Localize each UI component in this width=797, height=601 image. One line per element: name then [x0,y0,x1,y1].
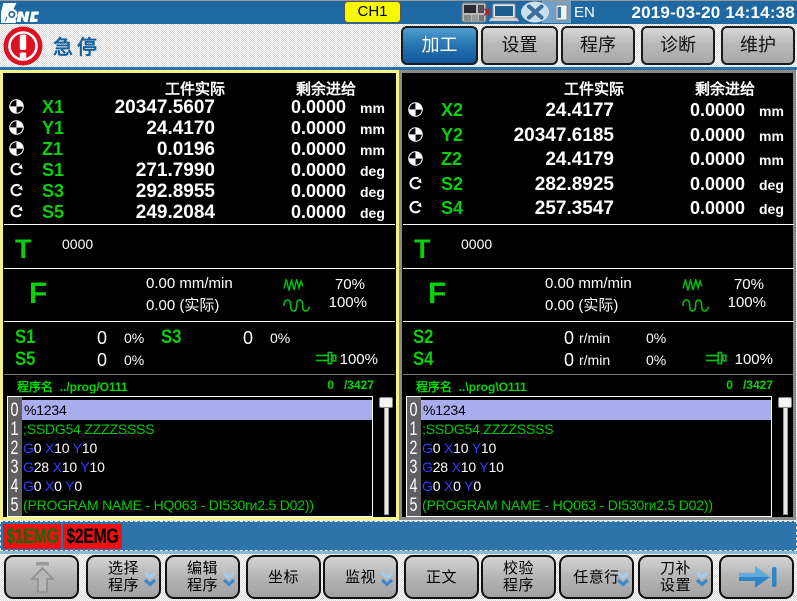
svg-text:x: x [484,4,492,19]
